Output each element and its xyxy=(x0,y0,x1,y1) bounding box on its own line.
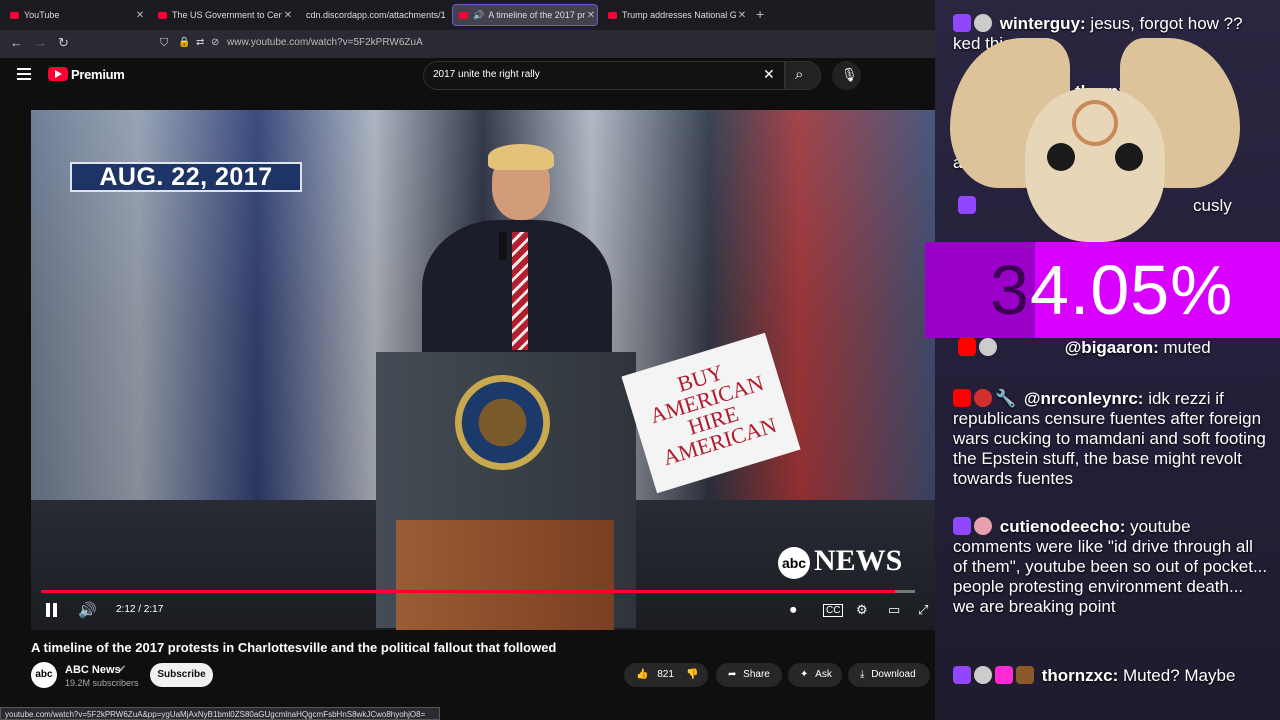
share-icon: ➦ xyxy=(728,669,737,680)
close-tab-icon[interactable]: ✕ xyxy=(282,10,294,21)
chat-message: @bigaaron: muted xyxy=(958,338,1273,358)
download-button[interactable]: ⤓ Download xyxy=(848,663,930,687)
reload-icon[interactable]: ↻ xyxy=(58,35,69,51)
dislike-icon[interactable]: 👎 xyxy=(686,663,698,687)
chat-message: 🔧 @nrconleynrc: idk rezzi if republicans… xyxy=(953,389,1268,489)
youtube-favicon-icon xyxy=(158,11,167,19)
microphone-icon: 🎙 xyxy=(841,67,858,82)
verified-check-icon: ✔ xyxy=(118,664,127,675)
fullscreen-icon[interactable]: ⤢ xyxy=(918,602,928,618)
date-overlay: AUG. 22, 2017 xyxy=(70,162,302,192)
chat-username: thornzxc: xyxy=(1041,666,1119,685)
chat-text: Muted? Maybe xyxy=(1118,666,1236,685)
youtube-favicon-icon xyxy=(10,11,19,19)
lock-icon[interactable]: 🔒 xyxy=(178,37,190,48)
presidential-seal xyxy=(455,375,550,470)
like-icon[interactable]: 👍 xyxy=(636,669,648,680)
close-tab-icon[interactable]: ✕ xyxy=(736,10,748,21)
back-arrow-icon[interactable]: ← xyxy=(10,35,23,50)
twitch-icon xyxy=(953,517,971,535)
channel-name[interactable]: ABC News xyxy=(65,664,121,676)
permissions-icon[interactable]: ⇄ xyxy=(196,37,204,48)
podium-microphone xyxy=(499,232,507,260)
shield-icon[interactable]: ⛉ xyxy=(160,37,168,50)
progress-bar[interactable] xyxy=(41,590,915,593)
new-tab-icon[interactable]: + xyxy=(756,6,764,22)
search-icon: ⌕ xyxy=(795,66,804,83)
youtube-icon xyxy=(958,338,976,356)
ask-button[interactable]: ✦ Ask xyxy=(788,663,842,687)
user-avatar-icon xyxy=(979,338,997,356)
twitch-icon xyxy=(953,666,971,684)
close-tab-icon[interactable]: ✕ xyxy=(134,10,146,21)
pause-button[interactable] xyxy=(45,603,59,617)
browser-nav-bar: ← → ↻ ⛉ 🔒 ⇄ ⊘ xyxy=(0,30,935,58)
youtube-favicon-icon xyxy=(608,11,617,19)
like-dislike-group: 👍 821 👎 xyxy=(624,663,708,687)
miniplayer-icon[interactable]: ▭ xyxy=(888,602,900,618)
moth-emote-icon xyxy=(1016,666,1034,684)
user-avatar-icon xyxy=(974,389,992,407)
channel-avatar[interactable]: abc xyxy=(31,662,57,688)
search-query-text[interactable]: 2017 unite the right rally xyxy=(433,69,540,80)
tab-trump-national-guard[interactable]: Trump addresses National Guar ✕ xyxy=(602,4,748,26)
clear-search-icon[interactable]: ✕ xyxy=(763,66,775,83)
abc-logo-icon: abc xyxy=(778,547,810,580)
subscribe-button[interactable]: Subscribe xyxy=(150,663,213,687)
youtube-icon xyxy=(953,389,971,407)
voice-search-button[interactable]: 🎙 xyxy=(832,61,861,90)
volume-icon[interactable]: 🔊 xyxy=(78,601,97,619)
audio-playing-icon[interactable]: 🔊 xyxy=(473,10,484,21)
youtube-logo-icon[interactable] xyxy=(48,67,68,81)
tab-youtube[interactable]: YouTube ✕ xyxy=(4,4,146,26)
tab-government-censure[interactable]: The US Government to Censure ✕ xyxy=(152,4,294,26)
download-icon: ⤓ xyxy=(860,669,865,680)
close-tab-icon[interactable]: ✕ xyxy=(585,10,597,21)
time-display: 2:12 / 2:17 xyxy=(116,604,164,615)
tab-discord-cdn[interactable]: cdn.discordapp.com/attachments/1 xyxy=(300,4,448,26)
sparkle-icon: ✦ xyxy=(800,669,809,680)
chat-username: @bigaaron: xyxy=(1064,338,1159,357)
captions-icon[interactable]: CC xyxy=(823,604,844,617)
browser-tab-bar: YouTube ✕ The US Government to Censure ✕… xyxy=(0,0,935,30)
settings-gear-icon[interactable]: ⚙ xyxy=(856,602,868,618)
tab-timeline-active[interactable]: 🔊 A timeline of the 2017 prot ✕ xyxy=(452,4,598,26)
brand-label[interactable]: Premium xyxy=(71,67,125,82)
podium-wood-base xyxy=(396,520,614,630)
chat-username: cutienodeecho: xyxy=(999,517,1126,536)
share-button[interactable]: ➦ Share xyxy=(716,663,782,687)
youtube-favicon-icon xyxy=(459,11,468,19)
tracking-icon[interactable]: ⊘ xyxy=(211,37,219,48)
user-avatar-icon xyxy=(974,517,992,535)
autoplay-toggle-icon[interactable]: ⏺ xyxy=(790,602,797,618)
percent-value: 34.05% xyxy=(990,251,1234,329)
search-button[interactable]: ⌕ xyxy=(785,61,821,90)
wrench-icon: 🔧 xyxy=(995,389,1017,408)
chat-message: thornzxc: Muted? Maybe xyxy=(953,666,1268,686)
address-bar-url[interactable]: www.youtube.com/watch?v=5F2kPRW6ZuA xyxy=(227,37,423,48)
subscriber-count: 19.2M subscribers xyxy=(65,678,139,688)
heart-gem-icon xyxy=(995,666,1013,684)
video-title: A timeline of the 2017 protests in Charl… xyxy=(31,640,557,655)
browser-status-url: youtube.com/watch?v=5F2kPRW6ZuA&pp=ygUaM… xyxy=(0,707,440,720)
hamburger-menu-icon[interactable] xyxy=(17,68,31,80)
ask-label: Ask xyxy=(815,669,832,680)
progress-fill xyxy=(41,590,895,593)
chat-message: cutienodeecho: youtube comments were lik… xyxy=(953,517,1268,617)
share-label: Share xyxy=(743,669,770,680)
streamer-moth-avatar xyxy=(950,28,1240,242)
like-count[interactable]: 821 xyxy=(657,669,674,680)
video-speaker-figure xyxy=(382,120,612,390)
forward-arrow-icon[interactable]: → xyxy=(34,35,47,50)
download-label: Download xyxy=(871,669,916,680)
chat-username: @nrconleynrc: xyxy=(1023,389,1144,408)
chat-text: muted xyxy=(1158,338,1211,357)
network-watermark: abc NEWS xyxy=(778,544,902,580)
user-avatar-icon xyxy=(974,666,992,684)
